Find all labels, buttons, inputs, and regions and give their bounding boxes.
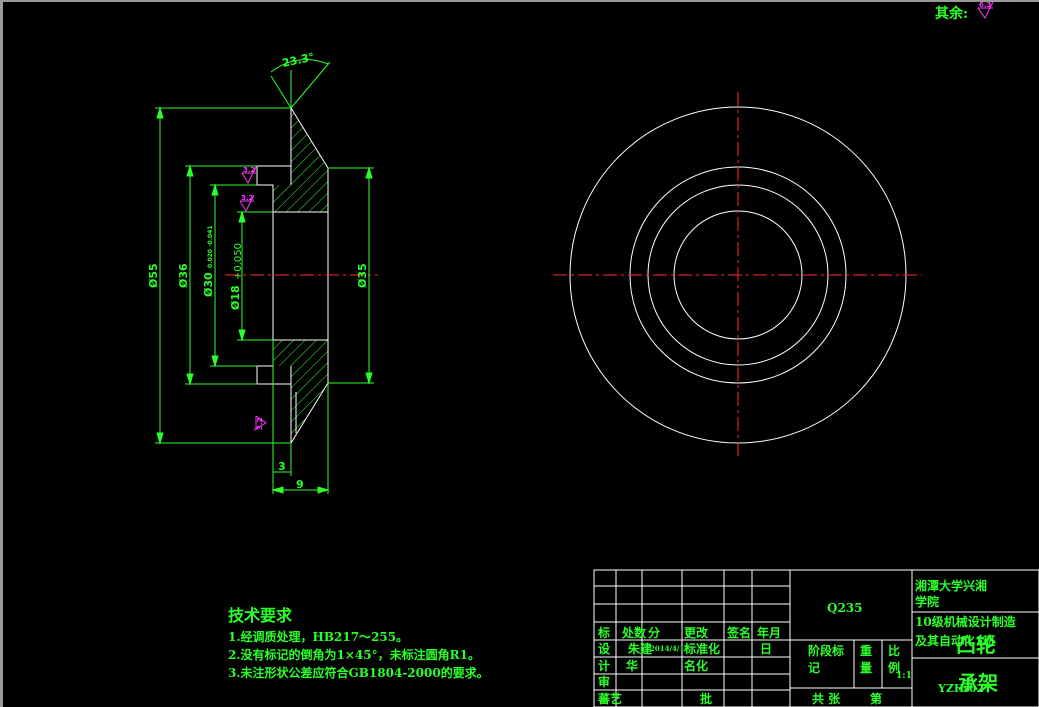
front-view bbox=[553, 92, 922, 460]
part-name: 凸轮 bbox=[956, 633, 996, 657]
roughness-symbol-2: 3.2 bbox=[239, 194, 255, 213]
label-ji2: 记 bbox=[808, 661, 820, 675]
cad-drawing-canvas: 23.3° Ø55 Ø36 Ø30 0.020 -0.041 Ø18 +0.05… bbox=[147, 1, 1039, 707]
dim-d36-label: Ø36 bbox=[177, 263, 190, 288]
dim-d55-label: Ø55 bbox=[147, 263, 160, 288]
drawing-number: YZH-02 bbox=[937, 682, 984, 695]
tech-requirement-2: 2.没有标记的倒角为1×45°，未标注圆角R1。 bbox=[228, 648, 480, 662]
tech-requirement-1: 1.经调质处理，HB217～255。 bbox=[228, 630, 409, 644]
label-fenqu: 分 bbox=[648, 625, 660, 640]
label-gongyi: 蕃艺 bbox=[597, 691, 622, 706]
tech-requirement-3: 3.未注形状公差应符合GB1804-2000的要求。 bbox=[228, 666, 489, 680]
material-text: Q235 bbox=[827, 601, 863, 615]
label-chushu: 处数 bbox=[621, 625, 647, 640]
roughness-symbol-1: 3.2 bbox=[241, 166, 257, 185]
class-line1: 10级机械设计制造 bbox=[915, 614, 1017, 629]
dim-d18-label: Ø18 bbox=[229, 285, 242, 310]
label-biaozhunhua: 标准化 bbox=[683, 641, 720, 656]
section-view: 23.3° Ø55 Ø36 Ø30 0.020 -0.041 Ø18 +0.05… bbox=[147, 50, 378, 494]
sheet-number: 第 bbox=[870, 691, 882, 706]
angle-label: 23.3° bbox=[281, 50, 316, 70]
label-sheji: 设 bbox=[598, 641, 611, 656]
label-nianyue: 年月 bbox=[757, 625, 781, 640]
label-bi: 比 bbox=[888, 643, 900, 658]
label-ri: 日 bbox=[760, 642, 772, 656]
label-shen: 审 bbox=[598, 674, 610, 689]
other-surfaces-note: 其余: bbox=[935, 6, 969, 22]
label-hua: 华 bbox=[626, 658, 638, 673]
dim-d35-label: Ø35 bbox=[356, 263, 369, 288]
label-stage: 阶段标 bbox=[808, 643, 844, 658]
roughness-symbol-3: 3.2 bbox=[253, 415, 267, 431]
roughness-symbol-top: 6.3 bbox=[977, 1, 994, 19]
dim-d30-tolerance: 0.020 -0.041 bbox=[207, 225, 214, 268]
school-name-line: 湘潭大学兴湘 bbox=[915, 578, 987, 593]
label-qianming: 签名 bbox=[726, 625, 751, 640]
label-zhong: 重 bbox=[860, 643, 872, 658]
label-genggai: 更改 bbox=[684, 625, 709, 640]
tech-requirements-title: 技术要求 bbox=[228, 606, 293, 625]
label-biaoji: 标 bbox=[597, 625, 610, 640]
svg-text:3.2: 3.2 bbox=[243, 166, 256, 174]
label-liang: 量 bbox=[860, 661, 872, 675]
sheet-count: 共 张 bbox=[812, 691, 841, 706]
svg-text:6.3: 6.3 bbox=[979, 1, 992, 9]
svg-text:3.2: 3.2 bbox=[241, 194, 254, 202]
scale-value: 1:1 bbox=[896, 671, 912, 681]
dim-d18-tolerance: +0.050 bbox=[233, 243, 244, 280]
dim-width-3-label: 3 bbox=[278, 460, 286, 473]
label-pi: 批 bbox=[700, 691, 712, 706]
dim-width-9-label: 9 bbox=[296, 478, 304, 491]
dim-d30-label: Ø30 bbox=[202, 272, 215, 297]
label-ji: 计 bbox=[598, 658, 610, 673]
dim-angle bbox=[270, 59, 331, 109]
svg-text:3.2: 3.2 bbox=[256, 417, 264, 430]
school-name-line2: 学院 bbox=[915, 594, 939, 609]
label-minghua: 名化 bbox=[684, 658, 708, 673]
